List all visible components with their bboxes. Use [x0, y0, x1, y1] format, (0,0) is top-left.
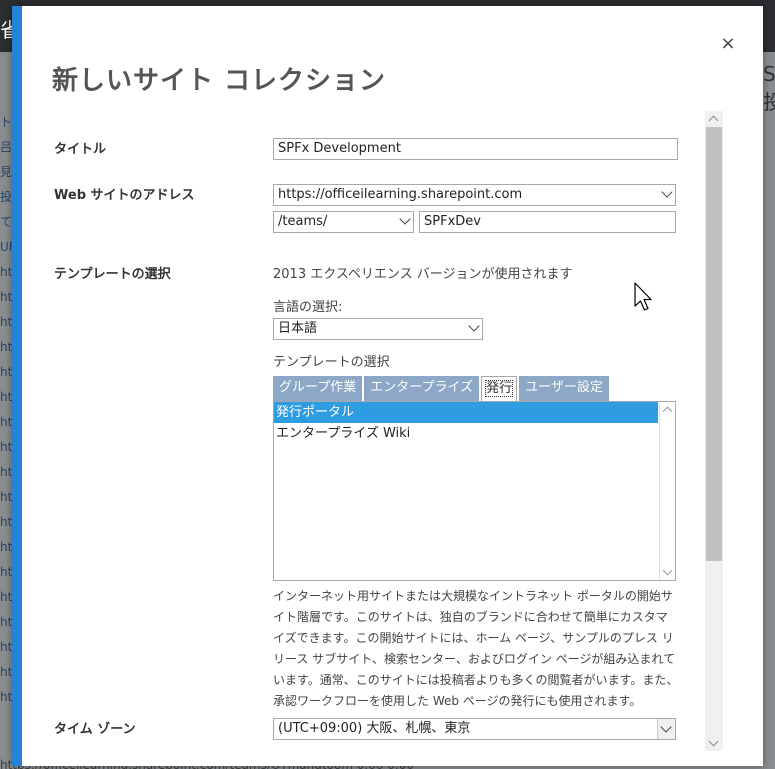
bg-frag: htt: [0, 340, 12, 354]
template-tabs: グループ作業 エンタープライズ 発行 ユーザー設定: [273, 376, 611, 402]
bg-frag: htt: [0, 290, 12, 304]
timezone-select-value: (UTC+09:00) 大阪、札幌、東京: [278, 721, 471, 736]
scroll-down-icon[interactable]: [708, 736, 719, 747]
path-select-value: /teams/: [278, 214, 328, 229]
version-note: 2013 エクスペリエンス バージョンが使用されます: [273, 267, 573, 282]
dialog-scrollbar[interactable]: [705, 111, 723, 751]
new-site-collection-dialog: × 新しいサイト コレクション タイトル SPFx Development We…: [12, 6, 763, 766]
scroll-up-icon[interactable]: [662, 406, 673, 417]
scroll-up-icon[interactable]: [708, 115, 719, 126]
bg-frag: htt: [0, 490, 12, 504]
bg-frag: htt: [0, 315, 12, 329]
chevron-down-icon: [660, 721, 672, 733]
chevron-down-icon: [399, 213, 411, 225]
address-label: Web サイトのアドレス: [54, 188, 195, 203]
background-right-fragments: S 投: [763, 62, 775, 115]
bg-frag: htt: [0, 640, 12, 654]
bg-frag: htt: [0, 415, 12, 429]
bg-frag: htt: [0, 515, 12, 529]
tab-publishing-label: 発行: [485, 380, 514, 397]
bg-frag: 見: [0, 165, 12, 179]
bg-frag: htt: [0, 690, 12, 704]
language-select[interactable]: 日本語: [273, 318, 483, 340]
list-item[interactable]: エンタープライズ Wiki: [274, 423, 658, 444]
bg-frag: 投: [763, 90, 775, 114]
tab-publishing[interactable]: 発行: [481, 376, 518, 402]
title-label: タイトル: [54, 142, 107, 157]
bg-frag: htt: [0, 615, 12, 629]
language-select-value: 日本語: [278, 321, 318, 336]
domain-select-value: https://officeilearning.sharepoint.com: [278, 187, 523, 202]
scrollbar-thumb[interactable]: [706, 127, 722, 561]
bg-frag: htt: [0, 465, 12, 479]
template-select-label: テンプレートの選択: [273, 355, 390, 370]
path-select[interactable]: /teams/: [273, 211, 414, 233]
bg-frag: htt: [0, 440, 12, 454]
bg-frag: ト: [0, 115, 12, 129]
template-listbox[interactable]: 発行ポータル エンタープライズ Wiki: [273, 401, 676, 581]
dialog-title: 新しいサイト コレクション: [52, 66, 387, 96]
listbox-scrollbar[interactable]: [659, 402, 675, 580]
bg-frag: htt: [0, 265, 12, 279]
timezone-dropdown-button[interactable]: [657, 719, 675, 739]
bg-frag: htt: [0, 665, 12, 679]
mouse-cursor-icon: [634, 282, 652, 311]
bg-frag: 投: [0, 190, 12, 204]
title-input[interactable]: SPFx Development: [273, 138, 678, 160]
bg-frag: て: [0, 215, 12, 229]
domain-select[interactable]: https://officeilearning.sharepoint.com: [273, 184, 676, 206]
timezone-label: タイム ゾーン: [54, 722, 136, 737]
close-icon[interactable]: ×: [718, 34, 738, 54]
bg-frag: htt: [0, 365, 12, 379]
bg-frag: htt: [0, 590, 12, 604]
scroll-down-icon[interactable]: [662, 565, 673, 576]
bg-frag: UF: [0, 240, 12, 254]
template-description: インターネット用サイトまたは大規模なイントラネット ポータルの開始サイト階層です…: [273, 589, 679, 708]
background-left-fragments: ト 吕 見 投 て UF htt htt htt htt htt htt htt…: [0, 110, 12, 710]
bg-frag: htt: [0, 565, 12, 579]
bg-frag: 吕: [0, 140, 12, 154]
language-label: 言語の選択:: [273, 300, 343, 315]
url-name-input[interactable]: SPFxDev: [419, 211, 676, 233]
bg-frag: S: [763, 62, 775, 86]
chevron-down-icon: [661, 186, 673, 198]
tab-enterprise[interactable]: エンタープライズ: [364, 376, 480, 402]
tab-custom[interactable]: ユーザー設定: [519, 376, 609, 402]
bg-frag: htt: [0, 540, 12, 554]
tab-collaboration[interactable]: グループ作業: [273, 376, 363, 402]
timezone-select[interactable]: (UTC+09:00) 大阪、札幌、東京: [273, 718, 676, 740]
chevron-down-icon: [468, 320, 480, 332]
template-label: テンプレートの選択: [54, 267, 171, 282]
bg-frag: htt: [0, 390, 12, 404]
list-item[interactable]: 発行ポータル: [274, 402, 658, 423]
